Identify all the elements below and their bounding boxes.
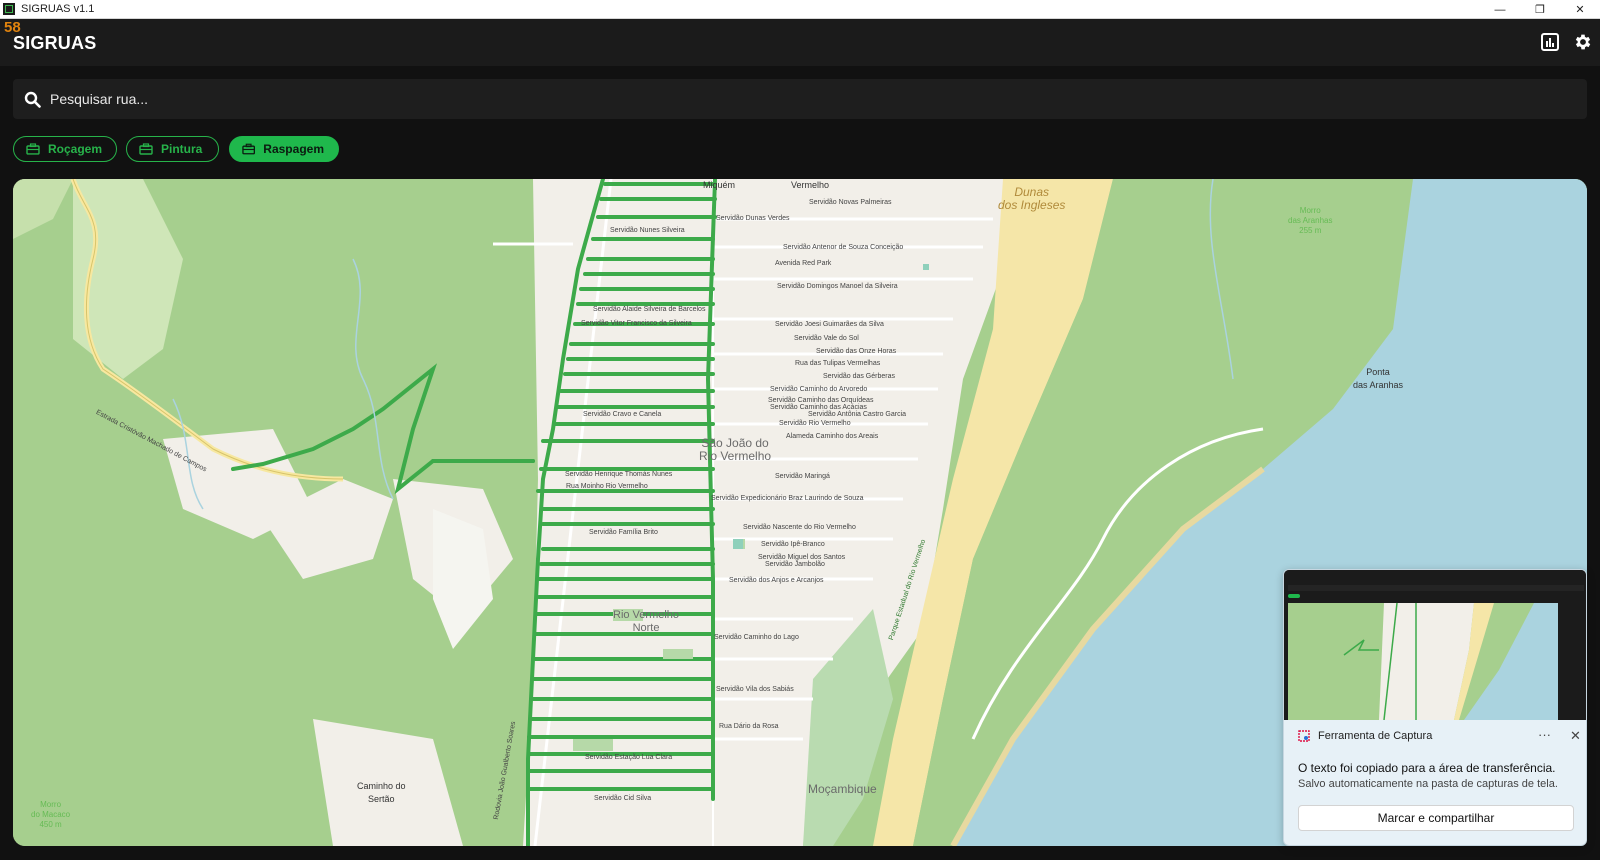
place-label-sao-joao: São João do Rio Vermelho (699, 436, 772, 463)
snipping-tool-icon (1298, 730, 1310, 742)
street-label: Alameda Caminho dos Areais (786, 433, 879, 440)
search-input[interactable] (50, 91, 1450, 107)
filter-chip-label: Roçagem (47, 142, 102, 156)
preview-thumbnail (1284, 570, 1586, 721)
street-label: Servidão Domingos Manoel da Silveira (777, 283, 898, 290)
street-label: Servidão Cravo e Canela (583, 411, 662, 418)
street-label: Servidão Vale do Sol (794, 335, 859, 342)
place-label-rio-vermelho-norte: Rio Vermelho Norte (613, 609, 680, 634)
toolbox-icon (242, 143, 256, 155)
street-label: Servidão dos Anjos e Arcanjos (729, 577, 824, 584)
toast-subtext: Salvo automaticamente na pasta de captur… (1298, 778, 1558, 790)
search-icon (23, 90, 41, 108)
street-label: Servidão Estação Lua Clara (585, 754, 673, 761)
filter-chip-rocagem[interactable]: Roçagem (13, 136, 117, 162)
window-titlebar: SIGRUAS v1.1 — ❐ ✕ (0, 0, 1600, 19)
place-label-dunas: Dunas dos Ingleses (998, 185, 1066, 212)
street-label: Servidão das Gérberas (823, 373, 895, 380)
place-label-miquem: Miquém (703, 180, 736, 190)
screenshot-preview[interactable] (1284, 570, 1586, 721)
toolbox-icon (139, 143, 153, 155)
mark-and-share-button[interactable]: Marcar e compartilhar (1298, 805, 1574, 831)
street-label: Servidão Antenor de Souza Conceição (783, 244, 904, 251)
street-label: Rua Moinho Rio Vermelho (566, 483, 648, 490)
place-label-vermelho: Vermelho (791, 180, 830, 190)
street-label: Servidão Vila dos Sabiás (716, 686, 794, 693)
street-label: Servidão Nunes Silveira (610, 227, 685, 234)
street-label: Servidão Ipê-Branco (761, 541, 825, 548)
street-label: Servidão Miguel dos Santos (758, 554, 846, 561)
street-label: Servidão Caminho do Arvoredo (770, 386, 868, 393)
gear-icon[interactable] (1572, 31, 1594, 53)
street-label: Servidão Caminho das Orquídeas (768, 397, 874, 404)
bar-chart-icon[interactable] (1539, 31, 1561, 53)
street-label: Avenida Red Park (775, 260, 832, 267)
toast-message: O texto foi copiado para a área de trans… (1298, 761, 1556, 775)
minimize-button[interactable]: — (1480, 0, 1520, 19)
app-title: SIGRUAS (13, 33, 97, 53)
street-label: Servidão Jambolão (765, 561, 825, 568)
street-label: Servidão Cid Silva (594, 795, 652, 802)
filter-chip-label: Raspagem (263, 142, 324, 156)
street-label: Servidão Henrique Thomás Nunes (565, 471, 673, 478)
street-label: Rua Dário da Rosa (719, 723, 779, 730)
snipping-toast[interactable]: Ferramenta de Captura ··· ✕ O texto foi … (1283, 569, 1587, 846)
filter-chip-raspagem[interactable]: Raspagem (229, 136, 339, 162)
street-label: Servidão Maringá (775, 473, 830, 480)
street-label: Servidão Expedicionário Braz Laurindo de… (711, 495, 864, 502)
window-title: SIGRUAS v1.1 (21, 3, 95, 15)
more-options-icon[interactable]: ··· (1538, 727, 1551, 742)
street-label: Servidão Antônia Castro Garcia (808, 411, 907, 418)
street-label: Servidão Família Brito (589, 529, 658, 536)
street-label: Servidão Joesi Guimarães da Silva (775, 321, 884, 328)
filter-chip-pintura[interactable]: Pintura (126, 136, 219, 162)
street-label: Servidão Novas Palmeiras (809, 199, 892, 206)
toast-header: Ferramenta de Captura ··· ✕ (1298, 727, 1581, 744)
street-label: Rua das Tulipas Vermelhas (795, 360, 881, 367)
street-label: Servidão das Onze Horas (816, 348, 897, 355)
place-label-morro-aranhas: Morro das Aranhas 255 m (1288, 206, 1333, 235)
street-label: Servidão Alaide Silveira de Barcelos (593, 306, 706, 313)
restore-button[interactable]: ❐ (1520, 0, 1560, 19)
street-label: Servidão Vitor Francisco da Silveira (581, 320, 692, 327)
toast-app-name: Ferramenta de Captura (1318, 730, 1433, 742)
app-header: 58 SIGRUAS (0, 19, 1600, 66)
street-label: Servidão Nascente do Rio Vermelho (743, 524, 856, 531)
close-window-button[interactable]: ✕ (1560, 0, 1600, 19)
street-label: Servidão Rio Vermelho (779, 420, 851, 427)
place-label-mocambique: Moçambique (808, 782, 877, 796)
toolbox-icon (26, 143, 40, 155)
app-icon (3, 3, 15, 15)
place-label-ponta-aranhas: Ponta das Aranhas (1353, 367, 1404, 390)
filter-chip-label: Pintura (161, 142, 203, 156)
place-label-caminho-sertao: Caminho do Sertão (357, 781, 406, 804)
street-label: Servidão Dunas Verdes (716, 215, 790, 222)
toast-close-icon[interactable]: ✕ (1570, 728, 1581, 744)
street-label: Servidão Caminho das Acácias (770, 404, 867, 411)
search-bar[interactable] (13, 79, 1587, 119)
street-label: Servidão Caminho do Lago (714, 634, 799, 641)
place-label-morro-macaco: Morro do Macaco 450 m (31, 800, 71, 829)
window-controls: — ❐ ✕ (1480, 0, 1600, 19)
